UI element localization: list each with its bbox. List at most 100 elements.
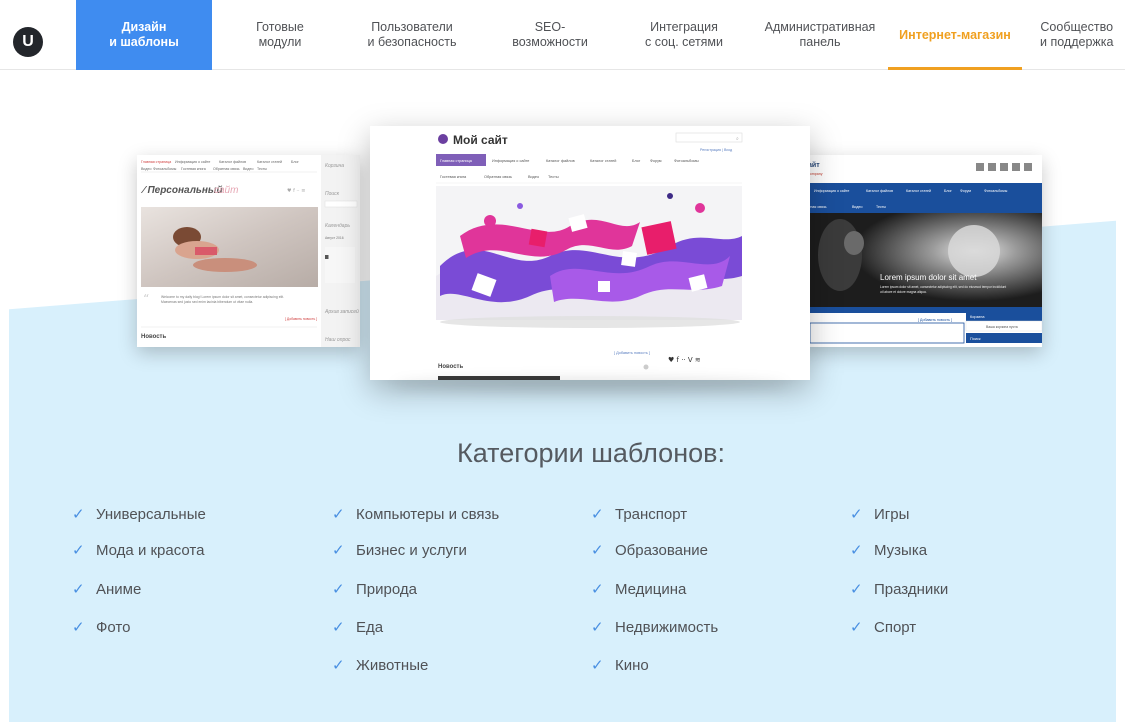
company-site-mockup: айт company Информация о сайте Каталог ф… xyxy=(800,155,1042,347)
check-icon: ✓ xyxy=(72,542,85,559)
category-business-services[interactable]: ✓ Бизнес и услуги xyxy=(332,541,467,561)
svg-text:Тесты: Тесты xyxy=(876,205,886,209)
nav-label: Интеграция с соц. сетями xyxy=(644,20,724,49)
check-icon: ✓ xyxy=(72,619,85,636)
nav-users-security[interactable]: Пользователи и безопасность xyxy=(348,0,476,70)
check-icon: ✓ xyxy=(332,542,345,559)
category-label: Музыка xyxy=(874,542,928,559)
svg-text:Каталог файлов: Каталог файлов xyxy=(219,160,246,164)
category-music[interactable]: ✓ Музыка xyxy=(850,541,927,561)
svg-text:Информация о сайте: Информация о сайте xyxy=(175,160,210,164)
nav-label: Готовые модули xyxy=(256,20,304,49)
category-food[interactable]: ✓ Еда xyxy=(332,618,383,638)
category-sport[interactable]: ✓ Спорт xyxy=(850,618,916,638)
svg-text:Lorem ipsum dolor sit amet: Lorem ipsum dolor sit amet xyxy=(880,273,977,282)
svg-text:Календарь: Календарь xyxy=(325,223,350,229)
template-preview-company[interactable]: айт company Информация о сайте Каталог ф… xyxy=(800,155,1042,347)
svg-text:сайт: сайт xyxy=(214,185,238,196)
category-holidays[interactable]: ✓ Праздники xyxy=(850,580,948,600)
svg-text:Новость: Новость xyxy=(141,334,166,340)
logo-icon[interactable]: U xyxy=(13,27,43,57)
category-label: Кино xyxy=(615,657,649,674)
template-preview-my-site[interactable]: Мой сайт ⌕ Регистрация | Вход Главная ст… xyxy=(370,126,810,380)
check-icon: ✓ xyxy=(850,581,863,598)
category-education[interactable]: ✓ Образование xyxy=(591,541,708,561)
svg-text:Каталог статей: Каталог статей xyxy=(590,159,616,163)
category-label: Бизнес и услуги xyxy=(356,542,467,559)
category-transport[interactable]: ✓ Транспорт xyxy=(591,505,687,525)
svg-text:Форум: Форум xyxy=(650,159,662,163)
category-photo[interactable]: ✓ Фото xyxy=(72,618,130,638)
nav-label: Дизайн и шаблоны xyxy=(109,20,179,49)
category-label: Еда xyxy=(356,619,384,636)
svg-text:Обратная связь: Обратная связь xyxy=(213,167,240,171)
svg-text:Тесты: Тесты xyxy=(548,175,559,179)
nav-online-shop[interactable]: Интернет-магазин xyxy=(888,0,1022,70)
svg-text:company: company xyxy=(808,172,823,176)
nav-label: Пользователи и безопасность xyxy=(367,20,457,49)
category-fashion-beauty[interactable]: ✓ Мода и красота xyxy=(72,541,204,561)
nav-design-templates[interactable]: Дизайн и шаблоны xyxy=(76,0,212,70)
svg-text:Обратная связь: Обратная связь xyxy=(484,175,512,179)
category-cinema[interactable]: ✓ Кино xyxy=(591,656,649,676)
check-icon: ✓ xyxy=(72,506,85,523)
svg-text:Фотоальбомы: Фотоальбомы xyxy=(674,159,699,163)
category-label: Универсальные xyxy=(96,506,206,523)
svg-text:Главная страница: Главная страница xyxy=(440,159,473,163)
check-icon: ✓ xyxy=(850,542,863,559)
nav-ready-modules[interactable]: Готовые модули xyxy=(222,0,338,70)
personal-site-mockup: Главная страница Информация о сайте Ката… xyxy=(137,155,360,347)
svg-text:ut labore et dolore magna aliq: ut labore et dolore magna aliqua. xyxy=(880,290,927,294)
svg-text:Видео: Видео xyxy=(141,167,152,171)
svg-text:Новость: Новость xyxy=(438,364,463,370)
check-icon: ✓ xyxy=(591,657,604,674)
svg-text:Блог: Блог xyxy=(944,189,952,193)
svg-text:Регистрация | Вход: Регистрация | Вход xyxy=(700,148,733,152)
svg-text:[ Добавить новость ]: [ Добавить новость ] xyxy=(614,351,650,355)
svg-text:Гостевая книга: Гостевая книга xyxy=(181,167,206,171)
svg-text:Блог: Блог xyxy=(632,159,641,163)
my-site-mockup: Мой сайт ⌕ Регистрация | Вход Главная ст… xyxy=(370,126,810,380)
category-medicine[interactable]: ✓ Медицина xyxy=(591,580,686,600)
svg-text:Форум: Форум xyxy=(960,189,971,193)
svg-text:Корзина: Корзина xyxy=(970,315,985,319)
category-label: Природа xyxy=(356,581,417,598)
check-icon: ✓ xyxy=(332,657,345,674)
category-universal[interactable]: ✓ Универсальные xyxy=(72,505,206,525)
svg-text:Каталог файлов: Каталог файлов xyxy=(546,159,575,163)
svg-text:⌕: ⌕ xyxy=(736,136,739,142)
category-label: Праздники xyxy=(874,581,949,598)
category-label: Животные xyxy=(356,657,429,674)
nav-label: Интернет-магазин xyxy=(899,27,1011,42)
top-navigation: U Дизайн и шаблоны Готовые модули Пользо… xyxy=(0,0,1125,70)
category-label: Мода и красота xyxy=(96,542,205,559)
nav-label: SEO- возможности xyxy=(512,20,588,49)
svg-text:♥ f ·· V ≋: ♥ f ·· V ≋ xyxy=(668,356,701,364)
svg-text:Каталог статей: Каталог статей xyxy=(906,189,931,193)
template-preview-personal[interactable]: Главная страница Информация о сайте Ката… xyxy=(137,155,360,347)
svg-text:Блог: Блог xyxy=(291,160,299,164)
nav-seo[interactable]: SEO- возможности xyxy=(486,0,614,70)
nav-social-integration[interactable]: Интеграция с соц. сетями xyxy=(624,0,744,70)
svg-text:⁄ Персональный: ⁄ Персональный xyxy=(140,185,223,196)
category-games[interactable]: ✓ Игры xyxy=(850,505,909,525)
preview-shadow xyxy=(394,378,786,392)
svg-text:Наш опрос: Наш опрос xyxy=(325,337,351,343)
svg-text:Каталог статей: Каталог статей xyxy=(257,160,282,164)
category-label: Аниме xyxy=(96,581,142,598)
category-nature[interactable]: ✓ Природа xyxy=(332,580,417,600)
nav-admin-panel[interactable]: Административная панель xyxy=(754,0,886,70)
svg-text:Архив записей: Архив записей xyxy=(324,308,359,315)
category-anime[interactable]: ✓ Аниме xyxy=(72,580,141,600)
category-computers-communication[interactable]: ✓ Компьютеры и связь xyxy=(332,505,499,525)
svg-text:Гостевая книга: Гостевая книга xyxy=(440,175,467,179)
category-real-estate[interactable]: ✓ Недвижимость xyxy=(591,618,718,638)
nav-label: Сообщество и поддержка xyxy=(1040,20,1114,49)
nav-community-support[interactable]: Сообщество и поддержка xyxy=(1040,0,1125,70)
check-icon: ✓ xyxy=(332,506,345,523)
svg-text:Maecenas sed justo sed enim la: Maecenas sed justo sed enim lacinia bibe… xyxy=(161,300,253,304)
category-animals[interactable]: ✓ Животные xyxy=(332,656,428,676)
categories-title: Категории шаблонов: xyxy=(457,438,725,468)
svg-text:Видео: Видео xyxy=(243,167,254,171)
category-label: Транспорт xyxy=(615,506,688,523)
